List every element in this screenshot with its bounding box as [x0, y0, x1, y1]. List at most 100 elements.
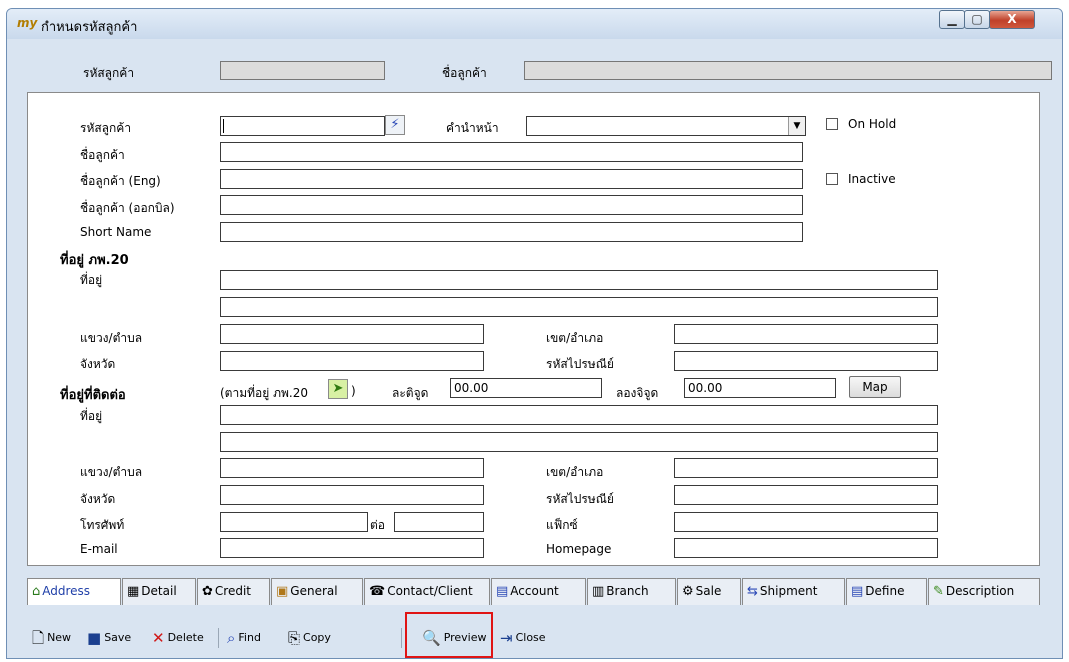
ext-label: ต่อ [370, 518, 385, 532]
contact-subdistrict-label: แขวง/ตำบล [80, 465, 143, 479]
header-name-field [524, 61, 1052, 80]
code-label: รหัสลูกค้า [80, 121, 132, 135]
tab-credit[interactable]: ✿ Credit [197, 578, 270, 605]
contact-district-input[interactable] [674, 458, 938, 478]
prefix-label: คำนำหน้า [446, 121, 499, 135]
name-label: ชื่อลูกค้า [80, 148, 125, 162]
title-bar[interactable]: my กำหนดรหัสลูกค้า ▁ ▢ X [7, 9, 1062, 39]
close-button[interactable]: ⇥ Close [500, 626, 546, 650]
tax-district-input[interactable] [674, 324, 938, 344]
sale-icon: ⚙ [682, 584, 694, 599]
header-code-label: รหัสลูกค้า [83, 66, 135, 80]
general-icon: ▣ [276, 584, 289, 599]
tab-sale[interactable]: ⚙ Sale [677, 578, 741, 605]
name-eng-label: ชื่อลูกค้า (Eng) [80, 174, 161, 188]
email-label: E-mail [80, 542, 118, 556]
contact-province-input[interactable] [220, 485, 484, 505]
tax-address-line1-input[interactable] [220, 270, 938, 290]
inactive-checkbox[interactable] [826, 173, 838, 185]
description-icon: ✎ [933, 584, 944, 599]
tab-branch[interactable]: ▥ Branch [587, 578, 676, 605]
home-icon: ⌂ [32, 584, 41, 599]
name-bill-label: ชื่อลูกค้า (ออกบิล) [80, 201, 175, 215]
tax-address-line2-input[interactable] [220, 297, 938, 317]
contact-icon: ☎ [369, 584, 386, 599]
tab-description[interactable]: ✎ Description [928, 578, 1040, 605]
header-name-label: ชื่อลูกค้า [442, 66, 487, 80]
shipment-icon: ⇆ [747, 584, 758, 599]
maximize-button[interactable]: ▢ [964, 10, 990, 29]
tax-province-input[interactable] [220, 351, 484, 371]
tax-address-label: ที่อยู่ [80, 273, 103, 287]
customer-name-eng-input[interactable] [220, 169, 803, 189]
contact-postcode-input[interactable] [674, 485, 938, 505]
inactive-label: Inactive [848, 172, 896, 186]
customer-code-input[interactable] [220, 116, 385, 136]
header-code-field [220, 61, 385, 80]
generate-code-icon[interactable]: ⚡ [385, 115, 405, 135]
close-window-button[interactable]: X [989, 10, 1035, 29]
new-document-icon: 🗋 [32, 629, 45, 647]
toolbar-separator [401, 628, 402, 648]
window-title: กำหนดรหัสลูกค้า [41, 20, 138, 35]
contact-address-line1-input[interactable] [220, 405, 938, 425]
fax-input[interactable] [674, 512, 938, 532]
find-button[interactable]: ⌕ Find [227, 626, 261, 650]
tax-district-label: เขต/อำเภอ [546, 331, 604, 345]
copy-hint-prefix: (ตามที่อยู่ ภพ.20 [220, 386, 308, 400]
tab-detail[interactable]: ▦ Detail [122, 578, 196, 605]
longitude-label: ลองจิจูด [616, 386, 659, 400]
tab-address[interactable]: ⌂ Address [27, 578, 121, 605]
phone-label: โทรศัพท์ [80, 518, 125, 532]
preview-highlight-box [405, 612, 493, 658]
customer-name-bill-input[interactable] [220, 195, 803, 215]
phone-input[interactable] [220, 512, 368, 532]
contact-address-heading: ที่อยู่ที่ติดต่อ [60, 388, 126, 403]
account-icon: ▤ [496, 584, 509, 599]
copy-button[interactable]: ⎘ Copy [288, 626, 331, 650]
tax-postcode-input[interactable] [674, 351, 938, 371]
tax-subdistrict-input[interactable] [220, 324, 484, 344]
copy-address-arrow-icon[interactable]: ➤ [328, 379, 348, 399]
contact-address-line2-input[interactable] [220, 432, 938, 452]
on-hold-checkbox[interactable] [826, 118, 838, 130]
customer-name-input[interactable] [220, 142, 803, 162]
new-button[interactable]: 🗋 New [32, 626, 71, 650]
map-button[interactable]: Map [849, 376, 901, 398]
tax-subdistrict-label: แขวง/ตำบล [80, 331, 143, 345]
save-button[interactable]: ■ Save [87, 626, 131, 650]
latitude-input[interactable]: 00.00 [450, 378, 602, 398]
contact-subdistrict-input[interactable] [220, 458, 484, 478]
tab-shipment[interactable]: ⇆ Shipment [742, 578, 845, 605]
short-name-input[interactable] [220, 222, 803, 242]
app-icon: my [17, 16, 38, 30]
tax-address-heading: ที่อยู่ ภพ.20 [60, 253, 129, 268]
tab-general[interactable]: ▣ General [271, 578, 363, 605]
toolbar-separator [218, 628, 219, 648]
latitude-label: ละติจูด [392, 386, 429, 400]
copy-hint-suffix: ) [351, 384, 356, 398]
save-icon: ■ [87, 629, 102, 647]
contact-postcode-label: รหัสไปรษณีย์ [546, 492, 614, 506]
branch-icon: ▥ [592, 584, 605, 599]
tax-postcode-label: รหัสไปรษณีย์ [546, 357, 614, 371]
copy-icon: ⎘ [288, 629, 301, 647]
credit-icon: ✿ [202, 584, 213, 599]
chevron-down-icon[interactable]: ▼ [788, 117, 805, 135]
prefix-select[interactable]: ▼ [526, 116, 806, 136]
delete-button[interactable]: ✕ Delete [152, 626, 204, 650]
minimize-button[interactable]: ▁ [939, 10, 965, 29]
homepage-input[interactable] [674, 538, 938, 558]
fax-label: แฟ็กซ์ [546, 518, 578, 532]
tab-define[interactable]: ▤ Define [846, 578, 927, 605]
find-icon: ⌕ [227, 629, 236, 647]
detail-icon: ▦ [127, 584, 140, 599]
tab-account[interactable]: ▤ Account [491, 578, 586, 605]
longitude-input[interactable]: 00.00 [684, 378, 836, 398]
email-input[interactable] [220, 538, 484, 558]
tab-contact-client[interactable]: ☎ Contact/Client [364, 578, 490, 605]
on-hold-label: On Hold [848, 117, 897, 131]
delete-icon: ✕ [152, 629, 165, 647]
contact-district-label: เขต/อำเภอ [546, 465, 604, 479]
ext-input[interactable] [394, 512, 484, 532]
